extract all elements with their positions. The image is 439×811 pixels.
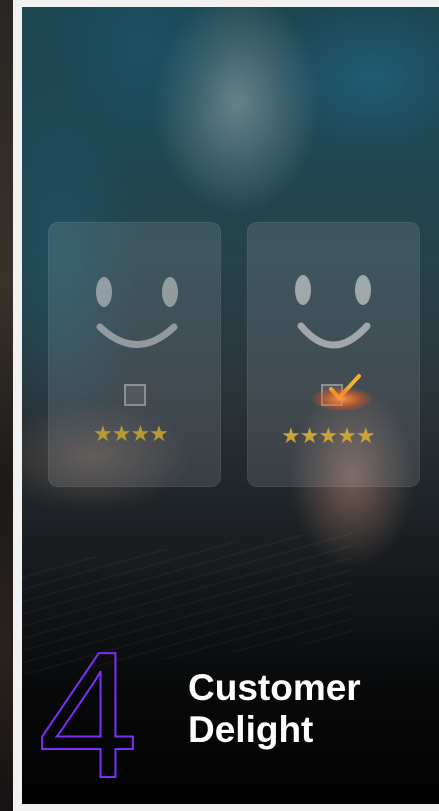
touch-glow (312, 387, 372, 411)
feature-title: Customer Delight (188, 667, 361, 751)
rating-panel-right: ★★★★★ (247, 222, 420, 487)
feature-card: ★★★★ ★★★★★ 4 Customer Delight (22, 7, 439, 804)
four-star-rating: ★★★★ (93, 422, 169, 447)
smiley-face-icon (295, 275, 371, 349)
smiley-face-icon (96, 277, 178, 348)
adjacent-photo-edge (0, 0, 13, 811)
feature-title-line2: Delight (188, 709, 314, 750)
feature-title-line1: Customer (188, 667, 361, 708)
empty-checkbox (124, 384, 146, 406)
rating-panel-left: ★★★★ (48, 222, 221, 487)
five-star-rating: ★★★★★ (281, 424, 376, 449)
feature-number: 4 (38, 627, 138, 787)
feature-number-outline: 4 (37, 627, 139, 787)
